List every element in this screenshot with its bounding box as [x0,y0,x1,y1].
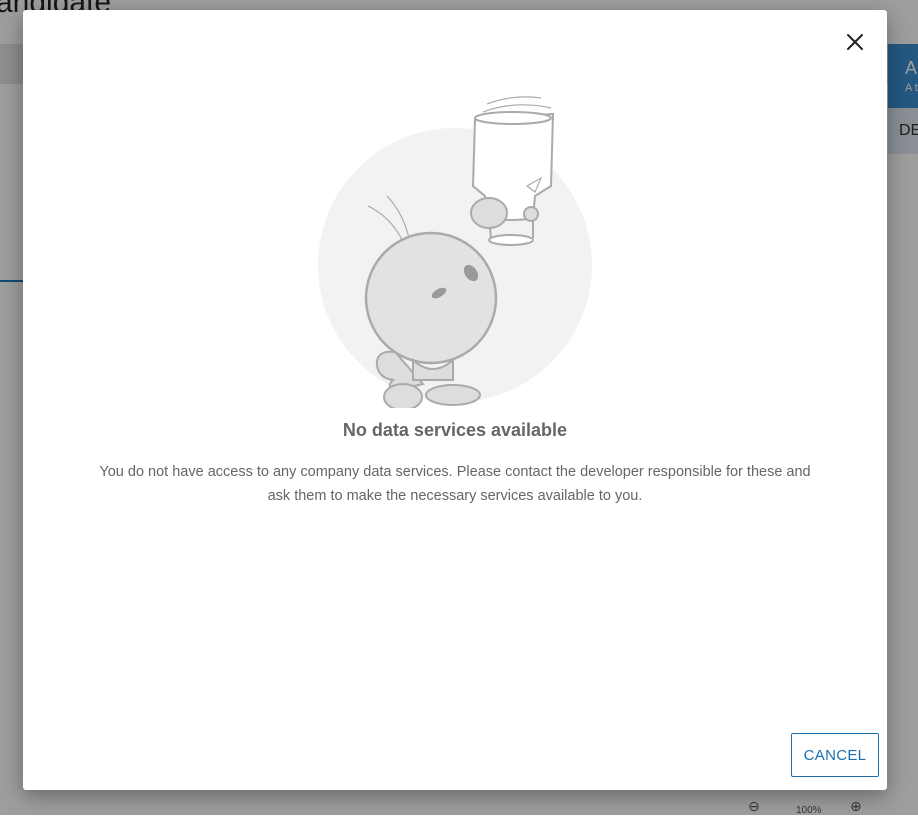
close-icon [847,34,863,50]
robot-empty-state-illustration [313,88,603,411]
empty-state-title: No data services available [342,420,568,440]
empty-state-message: You do not have access to any company da… [99,464,811,504]
close-button[interactable] [843,30,867,54]
no-data-services-dialog: No data services available You do not ha… [23,10,887,790]
cancel-button[interactable]: CANCEL [791,733,879,777]
